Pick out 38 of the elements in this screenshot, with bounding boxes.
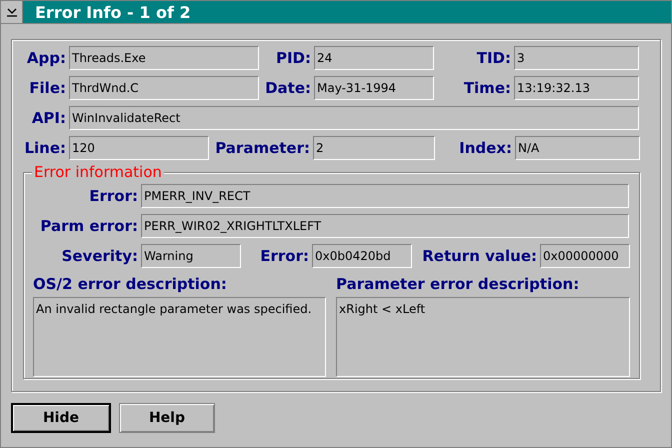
- value-field: 13:19:32.13: [514, 76, 639, 100]
- value-field: 3: [514, 46, 639, 70]
- description-box: xRight < xLeft: [336, 297, 630, 377]
- field-label: TID:: [476, 49, 512, 67]
- field-label: Line:: [23, 139, 67, 157]
- value-field: ThrdWnd.C: [69, 76, 259, 100]
- value-field: May-31-1994: [314, 76, 434, 100]
- description-label: OS/2 error description:: [33, 275, 228, 293]
- field-label: API:: [30, 109, 67, 127]
- value-field: Threads.Exe: [69, 46, 259, 70]
- field-label: App:: [26, 49, 67, 67]
- down-arrow-icon: [6, 7, 18, 17]
- value-field: WinInvalidateRect: [69, 106, 639, 130]
- description-box: An invalid rectangle parameter was specified.: [33, 297, 326, 377]
- value-field: 0x00000000: [540, 244, 630, 268]
- field-label: Return value:: [421, 247, 538, 265]
- field-label: Parameter:: [214, 139, 311, 157]
- value-field: 0x0b0420bd: [312, 244, 412, 268]
- field-label: File:: [28, 79, 67, 97]
- window-title: Error Info - 1 of 2: [23, 1, 671, 23]
- value-field: Warning: [141, 244, 241, 268]
- field-label: PID:: [274, 49, 312, 67]
- field-label: Date:: [264, 79, 312, 97]
- value-field: 24: [314, 46, 434, 70]
- field-label: Error:: [259, 247, 310, 265]
- value-field: 120: [69, 136, 209, 160]
- description-label: Parameter error description:: [336, 275, 580, 293]
- value-field: PMERR_INV_RECT: [141, 184, 629, 208]
- field-label: Severity:: [60, 247, 139, 265]
- field-label: Index:: [458, 139, 513, 157]
- value-field: N/A: [515, 136, 640, 160]
- field-label: Error:: [88, 187, 139, 205]
- value-field: 2: [313, 136, 435, 160]
- field-label: Time:: [462, 79, 512, 97]
- dialog-button[interactable]: Help: [119, 403, 215, 433]
- value-field: PERR_WIR02_XRIGHTLTXLEFT: [141, 214, 629, 238]
- dialog-button[interactable]: Hide: [11, 403, 111, 433]
- field-label: Parm error:: [39, 217, 139, 235]
